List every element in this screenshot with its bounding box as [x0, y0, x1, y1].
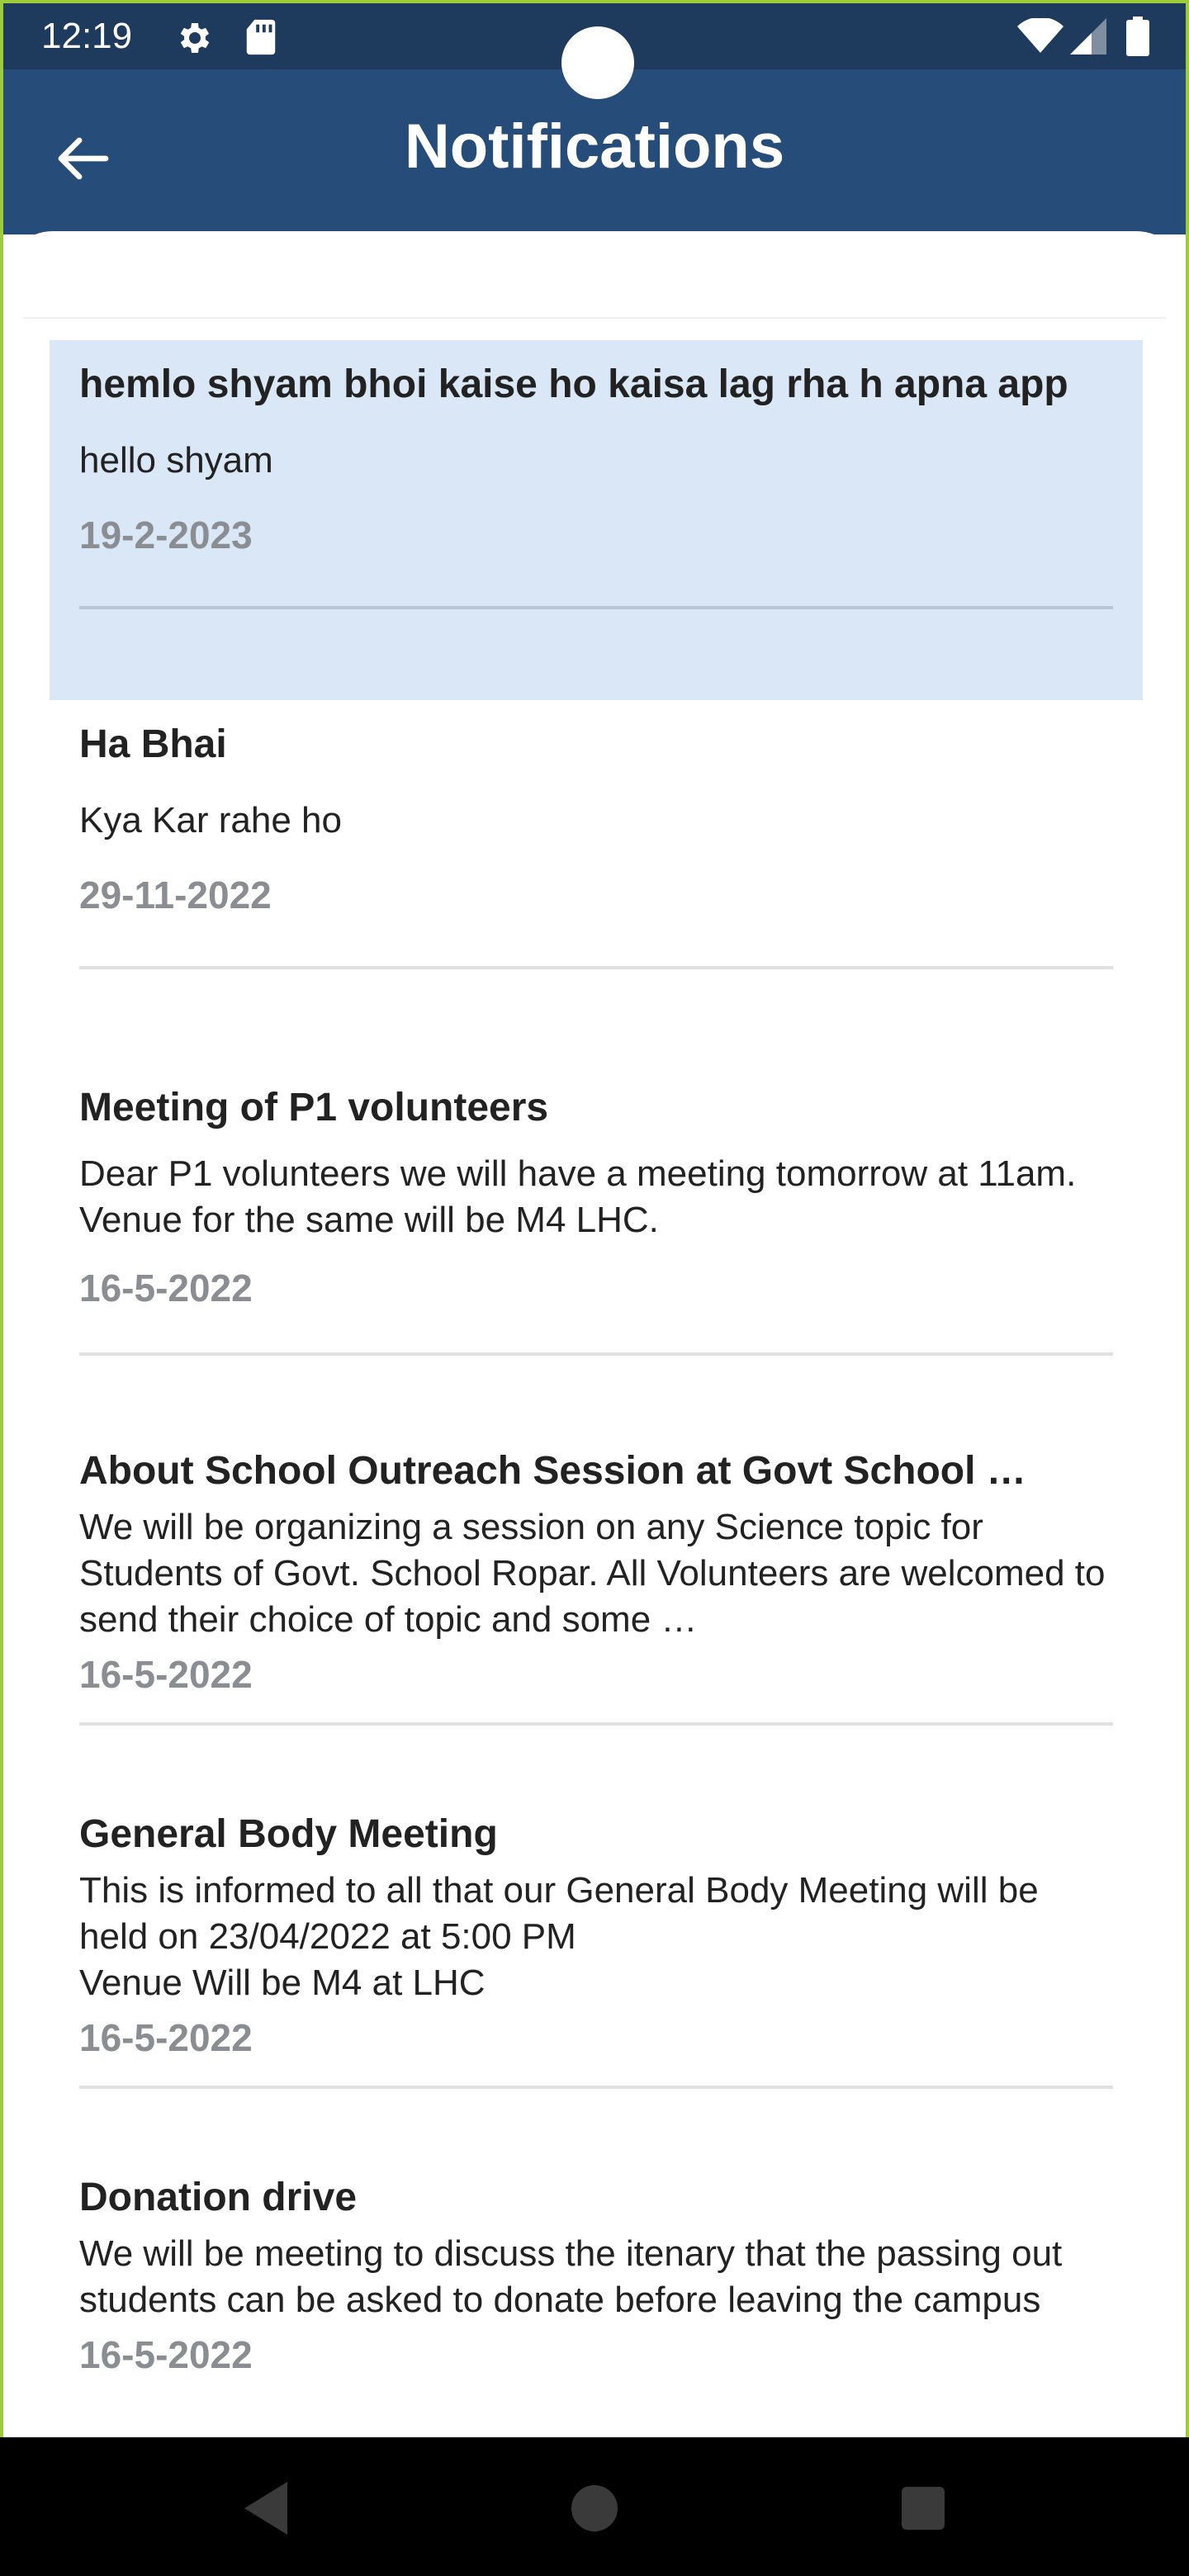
notification-body: We will be organizing a session on any S…: [79, 1507, 1106, 1640]
notification-title: Meeting of P1 volunteers: [79, 1086, 549, 1129]
divider: [79, 1722, 1113, 1726]
notification-item[interactable]: About School Outreach Session at Govt Sc…: [50, 1427, 1143, 1790]
back-triangle-icon[interactable]: [238, 2479, 297, 2538]
notification-list: hemlo shyam bhoi kaise ho kaisa lag rha …: [50, 340, 1143, 2437]
notification-item[interactable]: hemlo shyam bhoi kaise ho kaisa lag rha …: [50, 340, 1143, 700]
notification-title: About School Outreach Session at Govt Sc…: [79, 1449, 1026, 1493]
notification-body: Kya Kar rahe ho: [79, 800, 342, 841]
notification-body: This is informed to all that our General…: [79, 1870, 1039, 2003]
camera-cutout: [561, 26, 634, 99]
notification-title: Ha Bhai: [79, 722, 227, 766]
status-time: 12:19: [41, 16, 133, 56]
divider: [79, 1352, 1113, 1356]
notification-title: Donation drive: [79, 2176, 358, 2219]
home-circle-icon[interactable]: [565, 2479, 624, 2538]
notification-date: 16-5-2022: [79, 2333, 253, 2376]
notification-item[interactable]: Donation drive We will be meeting to dis…: [50, 2153, 1143, 2437]
notification-item[interactable]: Meeting of P1 volunteers Dear P1 volunte…: [50, 1063, 1143, 1427]
divider: [23, 317, 1166, 319]
notification-date: 16-5-2022: [79, 2016, 253, 2059]
notification-date: 16-5-2022: [79, 1267, 253, 1309]
notification-title: General Body Meeting: [79, 1812, 498, 1856]
screen: 12:19 Notifications hemlo shyam bhoi kai…: [3, 3, 1186, 2437]
battery-icon: [1126, 17, 1149, 56]
divider: [79, 2086, 1113, 2089]
notification-body: hello shyam: [79, 440, 273, 481]
notification-body: Dear P1 volunteers we will have a meetin…: [79, 1153, 1077, 1240]
page-title: Notifications: [404, 111, 785, 182]
notification-item[interactable]: General Body Meeting This is informed to…: [50, 1790, 1143, 2153]
notification-item[interactable]: Ha Bhai Kya Kar rahe ho 29-11-2022: [50, 700, 1143, 1063]
notification-title: hemlo shyam bhoi kaise ho kaisa lag rha …: [79, 362, 1068, 406]
recents-square-icon[interactable]: [893, 2479, 953, 2538]
notification-date: 19-2-2023: [79, 514, 253, 556]
wifi-icon: [1017, 18, 1063, 53]
sd-card-icon: [246, 19, 276, 55]
notification-date: 29-11-2022: [79, 874, 272, 916]
signal-icon: [1070, 18, 1106, 54]
notification-date: 16-5-2022: [79, 1653, 253, 1696]
navigation-bar: [0, 2437, 1189, 2576]
divider: [79, 966, 1113, 969]
notification-body: We will be meeting to discuss the itenar…: [79, 2233, 1063, 2320]
divider: [79, 606, 1113, 609]
gear-icon: [180, 23, 210, 53]
